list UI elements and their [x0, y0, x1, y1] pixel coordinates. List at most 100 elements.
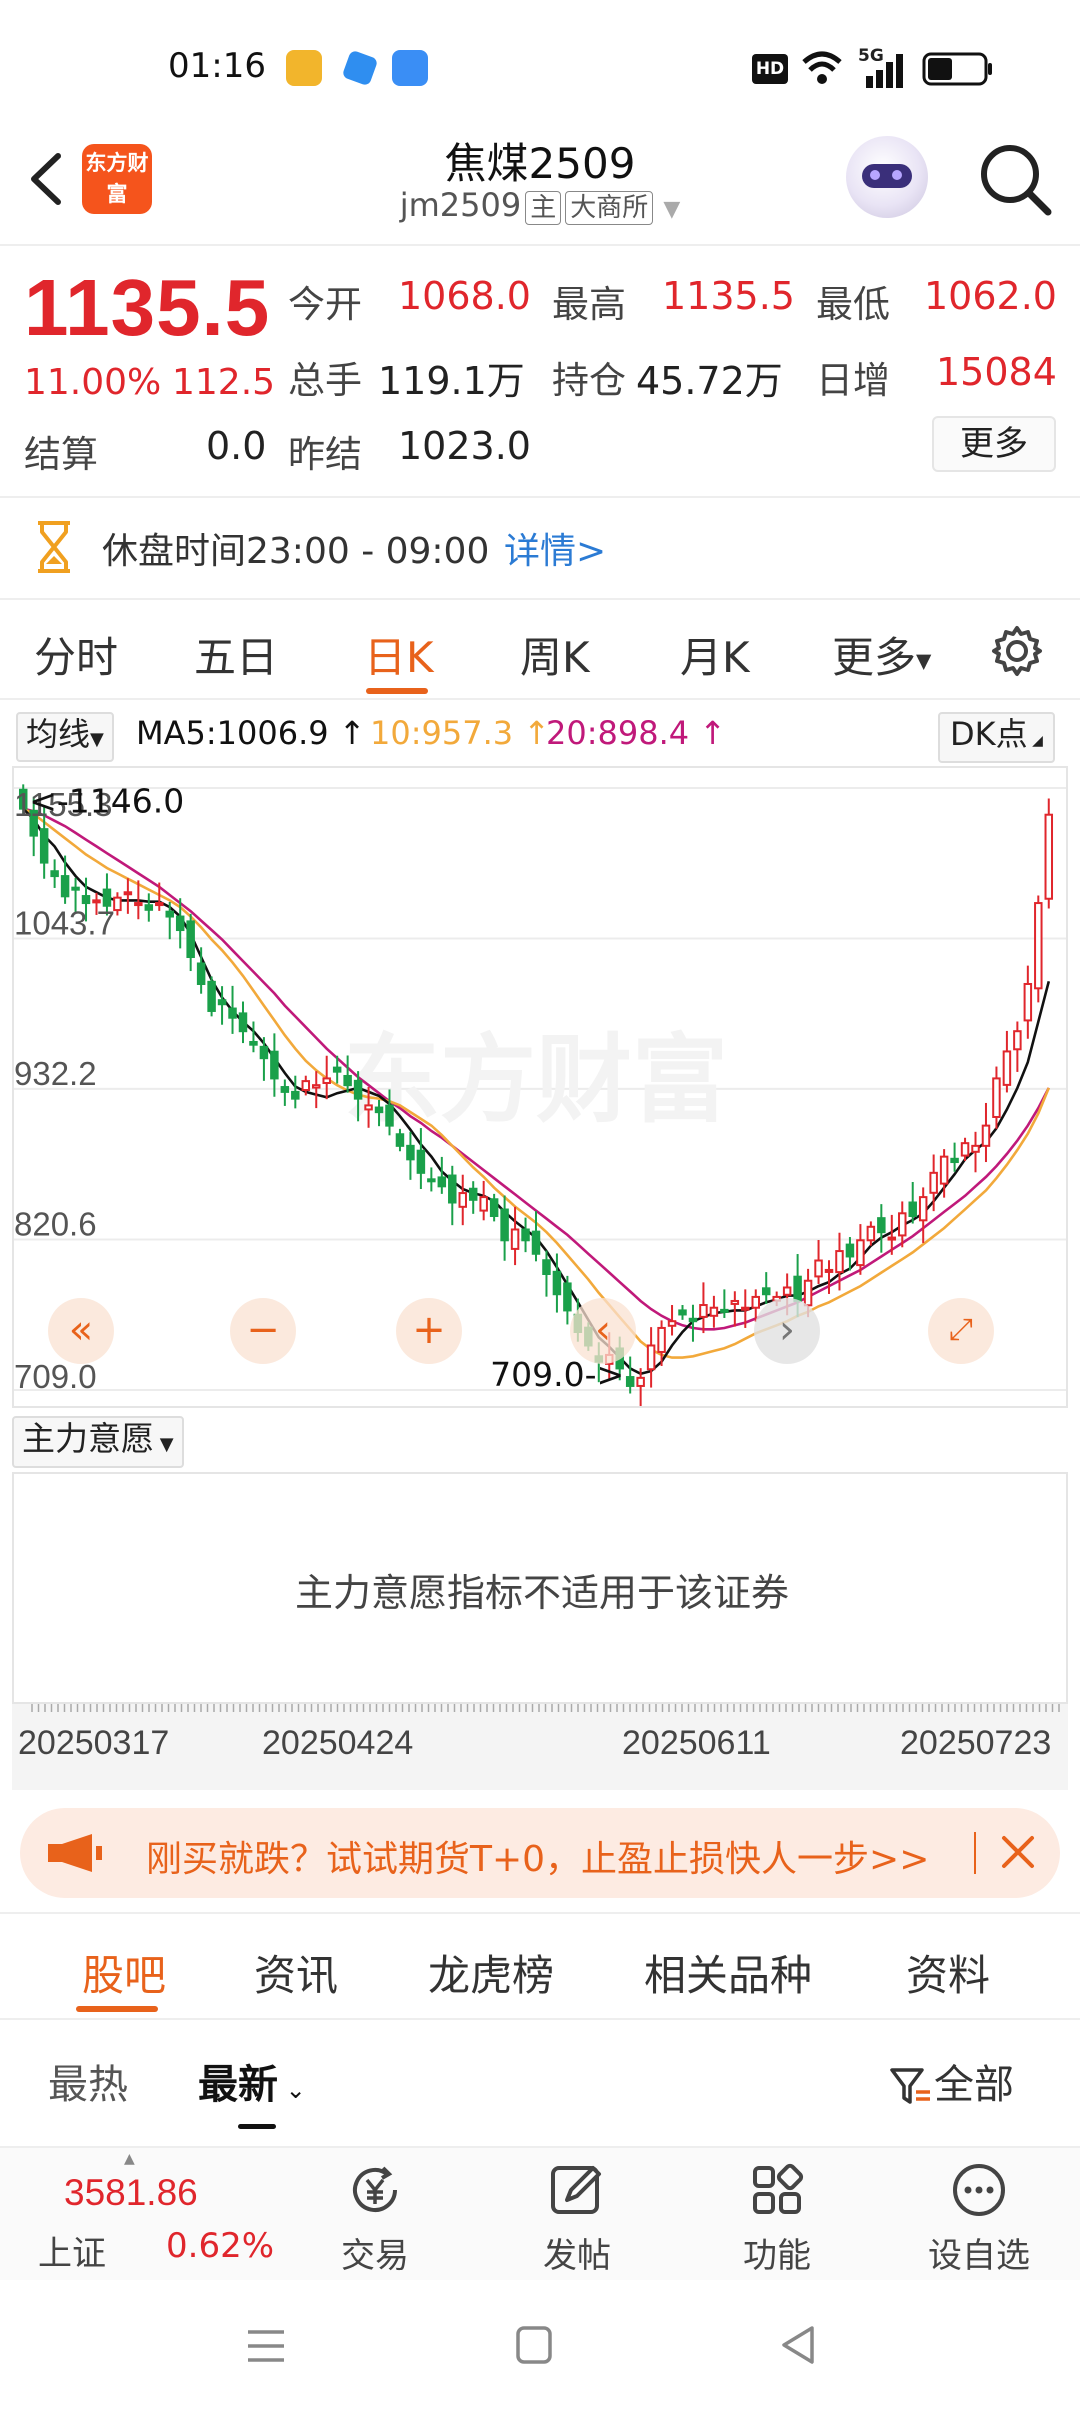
chevron-down-icon: ⌄ — [278, 2076, 306, 2104]
trading-break-notice: 休盘时间23:00 - 09:00 详情> — [0, 498, 1080, 600]
hd-icon: HD — [752, 54, 788, 84]
index-change[interactable]: 0.62% — [166, 2226, 274, 2266]
candle-body — [270, 1050, 279, 1080]
high-label: 最高 — [552, 283, 626, 326]
index-name[interactable]: 上证 — [38, 2226, 106, 2275]
candle-body — [238, 1012, 248, 1033]
candle-body — [835, 1250, 844, 1274]
candle-body — [856, 1239, 865, 1267]
tab-intraday[interactable]: 分时 — [34, 624, 118, 685]
candle-body — [406, 1144, 415, 1161]
candle-body — [992, 1077, 1001, 1118]
more-quote-button[interactable]: 更多 — [932, 416, 1056, 472]
filter-label: 全部 — [934, 2062, 1014, 2108]
notice-detail-link[interactable]: 详情> — [504, 522, 606, 574]
scroll-right-button[interactable]: › — [754, 1298, 820, 1364]
tab-daily-k[interactable]: 日K — [364, 624, 434, 685]
candle-body — [918, 1196, 928, 1222]
fullscreen-button[interactable]: ⤢ — [928, 1298, 994, 1364]
candle-body — [479, 1196, 488, 1212]
candle-body — [437, 1176, 447, 1188]
candle-body — [803, 1279, 813, 1307]
candle-body — [709, 1306, 719, 1317]
tab-forum[interactable]: 股吧 — [82, 1942, 166, 2003]
banner-divider — [974, 1832, 976, 1874]
header: 东方财富 焦煤2509 jm2509 主大商所 ▼ — [0, 130, 1080, 245]
tab-more[interactable]: 更多▼ — [832, 624, 931, 685]
sort-latest[interactable]: 最新 ⌄ — [198, 2052, 306, 2110]
scroll-to-start-button[interactable]: « — [48, 1298, 114, 1364]
close-icon[interactable] — [996, 1830, 1040, 1874]
trade-label: 交易 — [341, 2236, 409, 2276]
y-axis-label: 1043.7 — [14, 905, 115, 942]
search-icon[interactable] — [976, 140, 1056, 220]
functions-button[interactable]: 功能 — [712, 2160, 842, 2277]
gear-icon[interactable] — [990, 624, 1044, 678]
dk-point-select[interactable]: DK点 ◢ — [938, 712, 1055, 763]
period-tabs: 分时 五日 日K 周K 月K 更多▼ — [0, 602, 1080, 698]
add-watchlist-label: 设自选 — [928, 2236, 1030, 2276]
signal-icon — [866, 54, 903, 88]
candle-body — [625, 1376, 635, 1387]
promo-banner[interactable]: 刚买就跌？试试期货T+0，止盈止损快人一步>> — [20, 1808, 1060, 1898]
candle-body — [416, 1149, 426, 1174]
ma20-value: 20:898.4 ↑ — [546, 714, 726, 752]
dk-select-label: DK点 — [950, 715, 1028, 753]
post-button[interactable]: 发帖 — [512, 2160, 642, 2277]
last-price: 1135.5 — [24, 263, 271, 352]
candle-body — [102, 888, 112, 907]
zoom-in-button[interactable]: + — [396, 1298, 462, 1364]
notice-divider — [0, 598, 1080, 600]
candle-body — [824, 1268, 834, 1273]
date-axis-ticks — [31, 1704, 1060, 1712]
filter-button[interactable]: 全部 — [888, 2052, 1014, 2110]
candle-body — [730, 1299, 740, 1305]
trade-button[interactable]: 交易 — [310, 2160, 440, 2277]
scroll-left-button[interactable]: ‹ — [570, 1298, 636, 1364]
candle-body — [374, 1106, 384, 1114]
candle-body — [636, 1376, 645, 1387]
tab-weekly-k[interactable]: 周K — [520, 624, 590, 685]
tab-five-day[interactable]: 五日 — [194, 624, 278, 685]
plus-icon: + — [412, 1307, 446, 1353]
kline-chart[interactable]: 东方财富 1155.3 1043.7 932.2 820.6 709.0 <-1146.… — [12, 766, 1068, 1408]
sort-hot[interactable]: 最热 — [48, 2052, 128, 2110]
ma-select[interactable]: 均线▼ — [16, 712, 114, 762]
tab-monthly-k[interactable]: 月K — [680, 624, 750, 685]
tab-profile[interactable]: 资料 — [906, 1942, 990, 2003]
candle-body — [1002, 1050, 1012, 1086]
candle-body — [489, 1198, 499, 1217]
candle-body — [960, 1142, 970, 1157]
tab-news[interactable]: 资讯 — [254, 1942, 338, 2003]
ma10-text: 10:957.3 — [370, 714, 514, 752]
chevron-right-icon: › — [779, 1307, 795, 1353]
edit-icon — [551, 2166, 601, 2214]
zoom-out-button[interactable]: − — [230, 1298, 296, 1364]
candle-body — [311, 1084, 321, 1089]
high-value: 1135.5 — [662, 274, 795, 318]
post-label: 发帖 — [543, 2236, 611, 2276]
candle-body — [50, 870, 59, 878]
menu-icon[interactable] — [244, 2326, 288, 2366]
tab-more-label: 更多 — [832, 633, 917, 682]
candle-body — [301, 1080, 311, 1092]
main-force-select[interactable]: 主力意愿 ▼ — [12, 1416, 184, 1468]
date-label: 20250611 — [622, 1724, 771, 1762]
tab-dragon-tiger[interactable]: 龙虎榜 — [428, 1942, 554, 2003]
date-label: 20250317 — [18, 1724, 170, 1762]
minus-icon: − — [246, 1307, 280, 1353]
home-icon[interactable] — [514, 2324, 554, 2366]
back-nav-icon[interactable] — [776, 2324, 820, 2366]
index-value[interactable]: 3581.86 — [64, 2172, 198, 2214]
tab-related[interactable]: 相关品种 — [644, 1942, 812, 2003]
change-amount: 112.5 — [172, 362, 276, 403]
candle-body — [113, 896, 122, 912]
candle-body — [657, 1326, 666, 1353]
ai-assistant-robot-icon[interactable] — [846, 136, 928, 218]
add-watchlist-button[interactable]: 设自选 — [914, 2160, 1044, 2277]
change-percent: 11.00% — [24, 362, 162, 403]
caret-up-icon: ▲ — [124, 2151, 135, 2167]
date-label: 20250723 — [900, 1724, 1052, 1762]
arrow-up-icon: ↑ — [328, 714, 366, 752]
date-axis: 20250317 20250424 20250611 20250723 — [12, 1704, 1068, 1790]
